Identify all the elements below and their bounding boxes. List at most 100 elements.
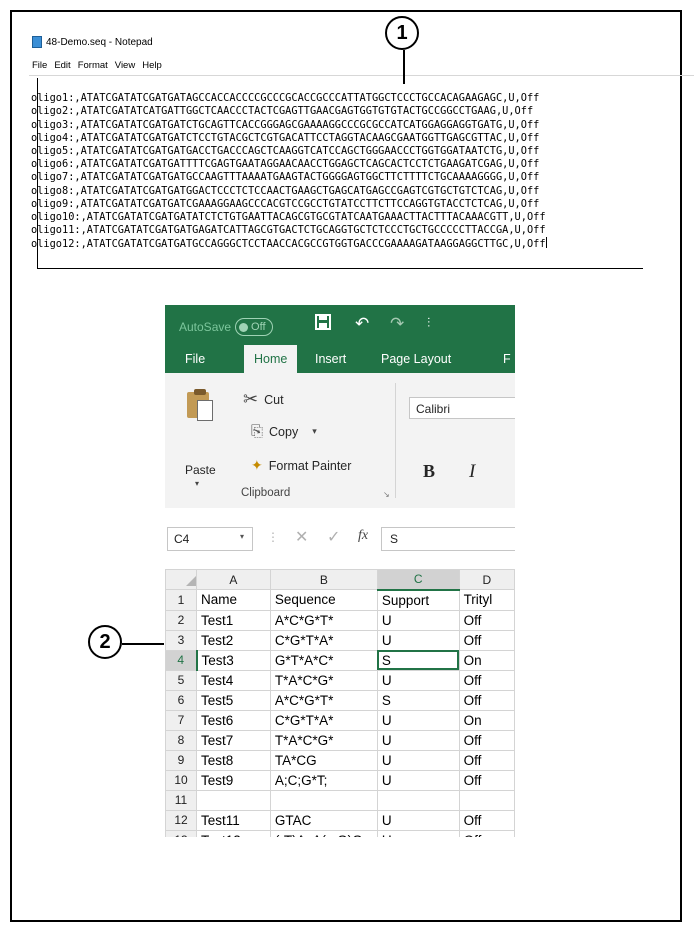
autosave-control[interactable]: AutoSave Off [179,318,273,336]
column-header-c[interactable]: C [376,569,460,591]
cell-b[interactable]: (rT)AcA(mG)G [269,829,378,837]
cell-b[interactable]: Sequence [269,589,378,611]
cell-c[interactable]: U [376,769,460,791]
autosave-toggle[interactable]: Off [235,318,273,336]
cell-d[interactable]: Off [458,749,515,771]
select-all-corner[interactable] [165,569,197,590]
row-header[interactable]: 9 [165,749,197,771]
cell-d[interactable]: Off [458,769,515,791]
cell-b[interactable]: T*A*C*G* [269,729,378,751]
cell-b[interactable]: C*G*T*A* [269,629,378,651]
customize-qat-icon[interactable]: ⫶ [427,316,430,331]
cell-a[interactable]: Test3 [196,649,271,671]
cell-d[interactable]: Off [458,629,515,651]
cell-c[interactable]: U [376,749,460,771]
cell-d[interactable]: On [458,709,515,731]
redo-icon[interactable]: ↷ [390,314,404,334]
cell-a[interactable]: Test6 [196,709,271,731]
tab-insert[interactable]: Insert [315,352,346,366]
cut-button[interactable]: ✂ Cut [243,389,284,410]
italic-button[interactable]: I [469,461,475,483]
cell-d[interactable]: Trityl [458,589,515,611]
cell-c[interactable]: U [376,629,460,651]
cancel-icon[interactable]: ✕ [295,527,308,546]
cell-b[interactable]: C*G*T*A* [269,709,378,731]
cell-a[interactable]: Test1 [196,609,271,631]
menu-view[interactable]: View [115,60,135,71]
cell-b[interactable]: TA*CG [269,749,378,771]
insert-function-icon[interactable]: fx [358,528,368,544]
cell-a[interactable]: Test11 [196,809,271,831]
bold-button[interactable]: B [423,461,435,482]
cell-b[interactable] [269,789,378,811]
menu-file[interactable]: File [32,60,47,71]
row-header[interactable]: 5 [165,669,197,691]
cell-c[interactable]: U [376,669,460,691]
active-cell[interactable]: S [376,649,460,671]
format-painter-button[interactable]: ✦ Format Painter [251,457,351,474]
name-box-dropdown-icon[interactable]: ▾ [240,532,244,541]
formula-input[interactable]: S [381,527,515,551]
tab-formulas[interactable]: F [503,352,511,366]
cell-c[interactable]: U [376,709,460,731]
cell-d[interactable]: Off [458,829,515,837]
menu-help[interactable]: Help [142,60,162,71]
cell-a[interactable] [196,789,271,811]
cell-d[interactable]: Off [458,809,515,831]
column-header-a[interactable]: A [196,569,271,590]
cell-a[interactable]: Test7 [196,729,271,751]
row-header[interactable]: 8 [165,729,197,751]
row-header[interactable]: 10 [165,769,197,791]
cell-b[interactable]: G*T*A*C* [269,649,378,671]
cell-d[interactable]: Off [458,689,515,711]
enter-icon[interactable]: ✓ [327,527,340,546]
font-name-box[interactable]: Calibri [409,397,515,419]
cell-d[interactable]: On [458,649,515,671]
copy-dropdown-icon[interactable]: ▾ [312,426,317,437]
menu-format[interactable]: Format [78,60,108,71]
cell-a[interactable]: Test12 [196,829,271,837]
cell-a[interactable]: Name [196,589,271,611]
cell-c[interactable]: U [376,829,460,837]
row-header[interactable]: 7 [165,709,197,731]
undo-icon[interactable]: ↶ [355,314,369,334]
cell-a[interactable]: Test9 [196,769,271,791]
paste-icon[interactable] [187,389,213,421]
notepad-text-area[interactable]: oligo1:,ATATCGATATCGATGATAGCCACCACCCCGCC… [31,79,547,278]
cell-d[interactable] [458,789,515,811]
cell-c[interactable] [376,789,460,811]
column-header-d[interactable]: D [458,569,515,590]
row-header[interactable]: 4 [165,649,198,671]
save-icon[interactable] [315,314,331,335]
cell-b[interactable]: T*A*C*G* [269,669,378,691]
tab-page-layout[interactable]: Page Layout [381,352,451,366]
paste-button[interactable]: Paste [185,463,216,477]
column-header-b[interactable]: B [269,569,378,590]
cell-a[interactable]: Test5 [196,689,271,711]
paste-dropdown-icon[interactable]: ▾ [195,479,199,488]
row-header[interactable]: 6 [165,689,197,711]
cell-c[interactable]: S [376,689,460,711]
cell-b[interactable]: A*C*G*T* [269,689,378,711]
cell-a[interactable]: Test4 [196,669,271,691]
clipboard-launcher-icon[interactable]: ↘ [383,490,390,499]
cell-b[interactable]: GTAC [269,809,378,831]
cell-c[interactable]: U [376,809,460,831]
cell-c[interactable]: U [376,729,460,751]
name-box[interactable]: C4 ▾ [167,527,253,551]
cell-a[interactable]: Test8 [196,749,271,771]
tab-home[interactable]: Home [244,345,298,373]
row-header[interactable]: 2 [165,609,197,631]
row-header[interactable]: 12 [165,809,197,831]
row-header[interactable]: 11 [165,789,197,811]
cell-b[interactable]: A*C*G*T* [269,609,378,631]
menu-edit[interactable]: Edit [54,60,70,71]
cell-d[interactable]: Off [458,669,515,691]
row-header[interactable]: 13 [165,829,197,837]
cell-d[interactable]: Off [458,729,515,751]
row-header[interactable]: 1 [165,589,197,611]
cell-c[interactable]: U [376,609,460,631]
copy-button[interactable]: ⎘ Copy ▾ [251,423,317,440]
tab-file[interactable]: File [185,352,205,366]
row-header[interactable]: 3 [165,629,197,651]
